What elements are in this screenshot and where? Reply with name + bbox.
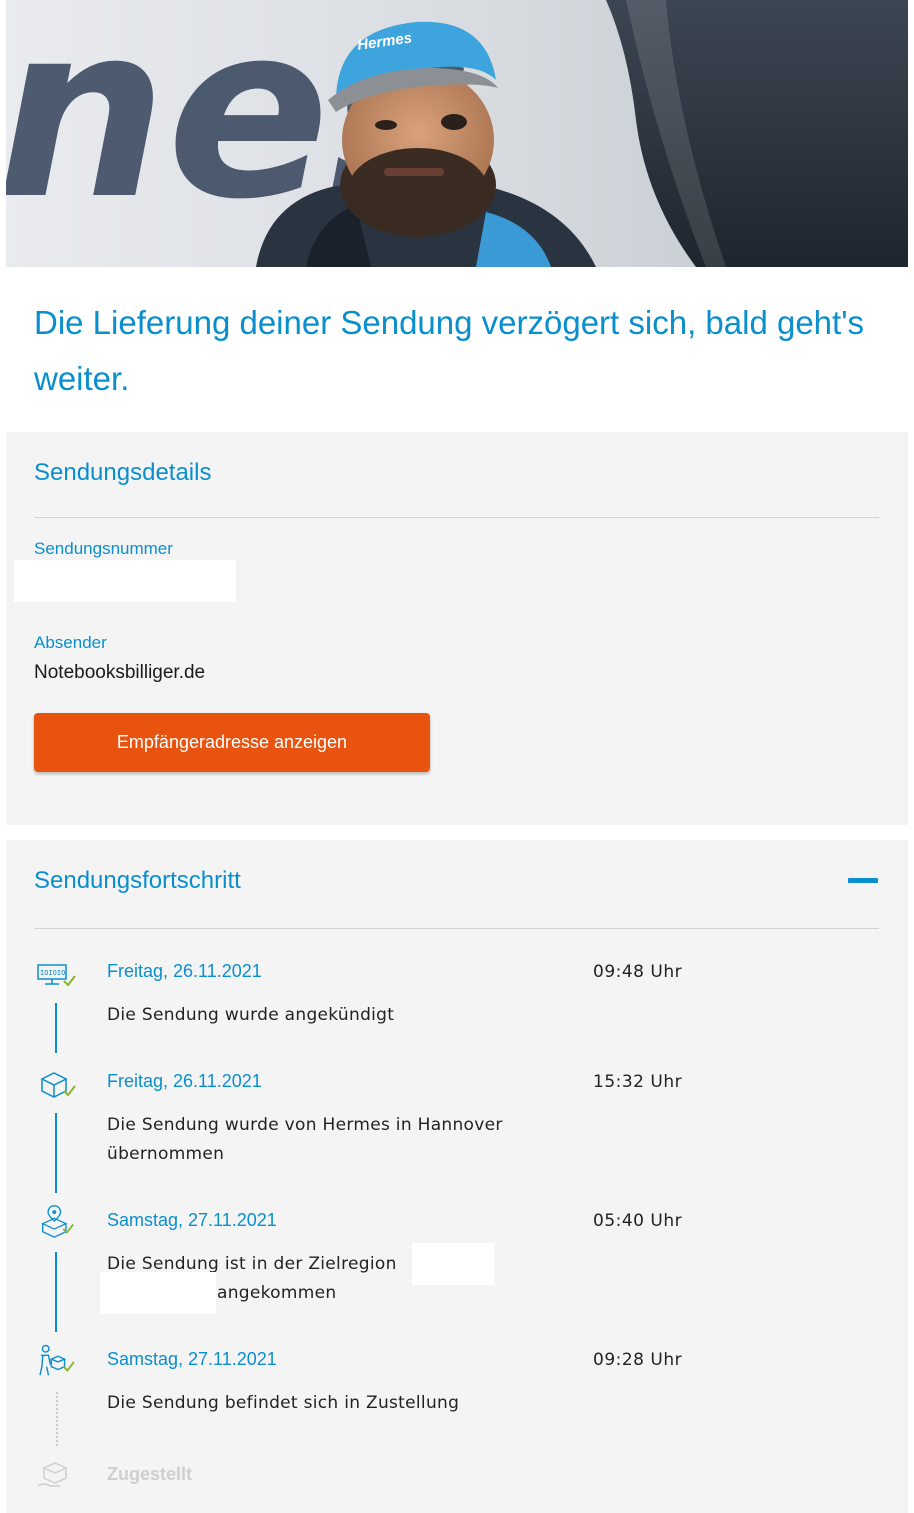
event-time: 09:28 Uhr (593, 1350, 683, 1370)
package-received-icon (40, 1072, 76, 1098)
timeline-connector (55, 1113, 57, 1193)
event-date: Freitag, 26.11.2021 (107, 1071, 262, 1091)
status-headline: Die Lieferung deiner Sendung verzögert s… (34, 304, 864, 397)
svg-text:IOIOIO: IOIOIO (40, 969, 65, 977)
event-time: 05:40 Uhr (593, 1211, 683, 1231)
shipment-details-title: Sendungsdetails (34, 459, 212, 486)
tracking-number-value (14, 560, 236, 602)
sender-value: Notebooksbilliger.de (34, 662, 206, 683)
event-date: Freitag, 26.11.2021 (107, 961, 262, 981)
timeline-connector-pending (56, 1392, 58, 1446)
shipment-progress-panel: Sendungsfortschritt IOIOIO Freitag, 26.1… (6, 840, 908, 1513)
event-time: 15:32 Uhr (593, 1072, 683, 1092)
delivered-icon (37, 1462, 68, 1487)
courier-delivery-icon (39, 1344, 75, 1376)
announced-icon: IOIOIO (37, 964, 76, 987)
sender-label: Absender (34, 633, 107, 652)
event-date: Samstag, 27.11.2021 (107, 1349, 277, 1369)
timeline-connector (55, 1003, 57, 1053)
redacted-region (100, 1272, 216, 1314)
delivered-label: Zugestellt (107, 1464, 193, 1484)
event-description: Die Sendung befindet sich in Zustellung (107, 1393, 460, 1413)
divider (34, 928, 879, 929)
event-description: Die Sendung wurde angekündigt (107, 1005, 395, 1025)
hero-image: nes Hermes (6, 0, 908, 267)
collapse-minus-icon[interactable] (848, 866, 880, 894)
timeline-connector (55, 1252, 57, 1332)
event-time: 09:48 Uhr (593, 962, 683, 982)
event-date: Samstag, 27.11.2021 (107, 1210, 277, 1230)
show-recipient-address-button[interactable]: Empfängeradresse anzeigen (34, 713, 430, 772)
redacted-region (412, 1243, 494, 1285)
shipment-progress-title: Sendungsfortschritt (34, 867, 241, 894)
tracking-number-label: Sendungsnummer (34, 539, 173, 558)
event-description: angekommen (217, 1283, 337, 1303)
event-description: Die Sendung wurde von Hermes in Hannover… (107, 1115, 503, 1164)
package-location-icon (41, 1205, 74, 1238)
shipment-details-panel: Sendungsdetails Sendungsnummer Absender … (6, 432, 908, 825)
divider (34, 517, 879, 518)
